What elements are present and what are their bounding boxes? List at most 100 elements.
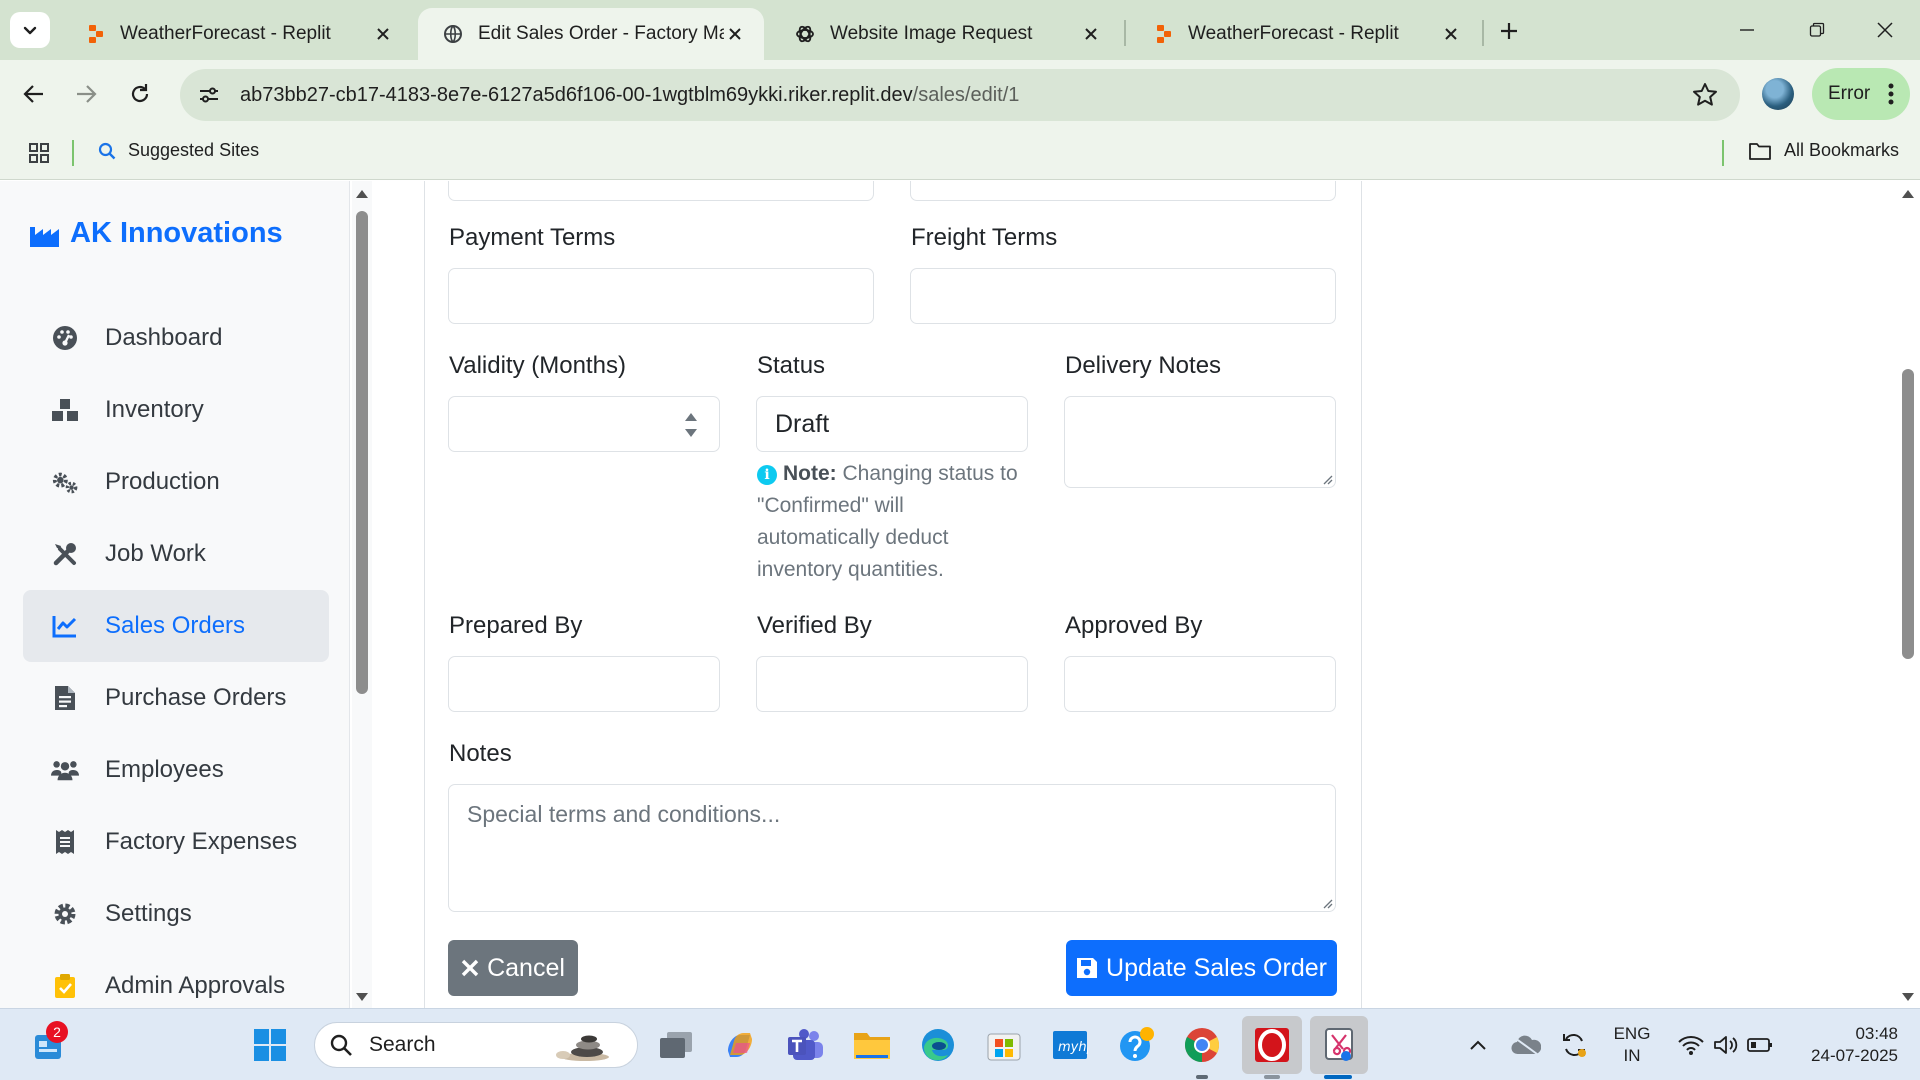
chrome-button[interactable] <box>1180 1023 1224 1067</box>
restore-window-button[interactable] <box>1800 14 1834 46</box>
sidebar-item-purchase-orders[interactable]: Purchase Orders <box>23 662 329 734</box>
language-indicator[interactable]: ENG IN <box>1604 1023 1660 1067</box>
sidebar-item-employees[interactable]: Employees <box>23 734 329 806</box>
gauge-icon <box>51 324 79 352</box>
approved-by-input[interactable] <box>1064 656 1336 712</box>
task-view-button[interactable] <box>654 1023 698 1067</box>
chart-line-icon <box>51 612 79 640</box>
sidebar-item-label: Purchase Orders <box>105 684 287 711</box>
bookmark-suggested-sites[interactable]: Suggested Sites <box>98 140 259 161</box>
folder-icon <box>1749 142 1771 160</box>
status-select[interactable]: Draft <box>756 396 1028 452</box>
update-sales-order-button[interactable]: Update Sales Order <box>1066 940 1337 996</box>
cancel-button[interactable]: Cancel <box>448 940 578 996</box>
arrow-left-icon <box>23 85 43 103</box>
snipping-tool-button[interactable] <box>1310 1016 1368 1074</box>
arrow-right-icon <box>77 85 97 103</box>
file-invoice-icon <box>51 684 79 712</box>
sidebar-item-job-work[interactable]: Job Work <box>23 518 329 590</box>
browser-tab-weatherforecast-1[interactable]: WeatherForecast - Replit <box>60 8 412 60</box>
sidebar-item-label: Job Work <box>105 540 206 567</box>
notification-badge: 2 <box>46 1021 68 1043</box>
scroll-up-arrow-icon[interactable] <box>1901 189 1915 199</box>
bookmark-star-icon[interactable] <box>1692 82 1718 108</box>
tab-search-button[interactable] <box>10 12 50 48</box>
page-scrollbar-thumb[interactable] <box>1902 369 1914 659</box>
chevron-down-icon <box>23 26 37 35</box>
sidebar-item-label: Admin Approvals <box>105 972 286 999</box>
sales-order-form-card: Payment Terms Freight Terms Validity (Mo… <box>424 181 1362 1008</box>
sidebar-item-label: Inventory <box>105 396 204 423</box>
previous-field-input[interactable] <box>910 181 1336 201</box>
file-explorer-button[interactable] <box>850 1023 894 1067</box>
minimize-window-button[interactable] <box>1730 14 1764 46</box>
chatgpt-favicon-icon <box>794 23 816 45</box>
edge-button[interactable] <box>916 1023 960 1067</box>
freight-terms-input[interactable] <box>910 268 1336 324</box>
replit-favicon-icon <box>84 23 106 45</box>
taskbar-search-box[interactable]: Search <box>314 1022 638 1068</box>
scroll-up-arrow-icon[interactable] <box>355 189 369 199</box>
onedrive-tray-button[interactable] <box>1504 1023 1548 1067</box>
microsoft-store-button[interactable] <box>982 1023 1026 1067</box>
apps-grid-icon[interactable] <box>28 142 50 164</box>
start-button[interactable] <box>248 1023 292 1067</box>
close-tab-icon[interactable] <box>1440 23 1462 45</box>
payment-terms-input[interactable] <box>448 268 874 324</box>
sidebar-item-label: Dashboard <box>105 324 223 351</box>
sync-tray-button[interactable] <box>1552 1023 1596 1067</box>
show-hidden-icons-button[interactable] <box>1456 1023 1500 1067</box>
sidebar-item-factory-expenses[interactable]: Factory Expenses <box>23 806 329 878</box>
search-icon <box>330 1034 352 1056</box>
all-bookmarks-button[interactable]: All Bookmarks <box>1748 140 1899 161</box>
tab-title: WeatherForecast - Replit <box>120 23 331 44</box>
quick-settings-button[interactable] <box>1670 1023 1780 1067</box>
url-text: ab73bb27-cb17-4183-8e7e-6127a5d6f106-00-… <box>240 84 1019 107</box>
new-tab-button[interactable] <box>1494 16 1524 46</box>
reload-button[interactable] <box>120 74 160 114</box>
sidebar-item-admin-approvals[interactable]: Admin Approvals <box>23 950 329 1008</box>
profile-error-chip[interactable]: Error <box>1812 68 1910 120</box>
site-info-button[interactable] <box>186 72 232 118</box>
browser-tab-weatherforecast-2[interactable]: WeatherForecast - Replit <box>1128 8 1480 60</box>
forward-button[interactable] <box>66 74 106 114</box>
sidebar-item-inventory[interactable]: Inventory <box>23 374 329 446</box>
sidebar-item-production[interactable]: Production <box>23 446 329 518</box>
close-tab-icon[interactable] <box>372 23 394 45</box>
notes-textarea[interactable]: Special terms and conditions... <box>448 784 1336 912</box>
taskbar-clock[interactable]: 03:48 24-07-2025 <box>1794 1023 1898 1067</box>
close-tab-icon[interactable] <box>1080 23 1102 45</box>
opera-button[interactable] <box>1242 1016 1302 1074</box>
delivery-notes-textarea[interactable] <box>1064 396 1336 488</box>
brand-logo[interactable]: AK Innovations <box>30 217 283 250</box>
address-bar[interactable]: ab73bb27-cb17-4183-8e7e-6127a5d6f106-00-… <box>180 69 1740 121</box>
copilot-button[interactable] <box>718 1023 762 1067</box>
sidebar-item-sales-orders[interactable]: Sales Orders <box>23 590 329 662</box>
scroll-down-arrow-icon[interactable] <box>355 992 369 1002</box>
prepared-by-input[interactable] <box>448 656 720 712</box>
validity-months-input[interactable] <box>448 396 720 452</box>
status-label: Status <box>757 352 826 379</box>
profile-avatar[interactable] <box>1762 78 1794 110</box>
approved-by-label: Approved By <box>1065 612 1203 639</box>
close-tab-icon[interactable] <box>724 23 746 45</box>
browser-tab-website-image-request[interactable]: Website Image Request <box>770 8 1120 60</box>
resize-grip-icon[interactable] <box>1321 897 1333 909</box>
tab-title: WeatherForecast - Replit <box>1188 23 1399 44</box>
sidebar-item-settings[interactable]: Settings <box>23 878 329 950</box>
get-help-button[interactable] <box>1114 1023 1158 1067</box>
scroll-down-arrow-icon[interactable] <box>1901 992 1915 1002</box>
clock-date: 24-07-2025 <box>1811 1046 1898 1065</box>
myhp-button[interactable]: myhp <box>1048 1023 1092 1067</box>
browser-tab-edit-sales-order[interactable]: Edit Sales Order - Factory Mana <box>418 8 764 60</box>
number-spinner-icon[interactable] <box>683 410 699 440</box>
back-button[interactable] <box>14 74 54 114</box>
myhp-icon: myhp <box>1053 1031 1088 1059</box>
close-window-button[interactable] <box>1868 14 1902 46</box>
verified-by-input[interactable] <box>756 656 1028 712</box>
resize-grip-icon[interactable] <box>1321 473 1333 485</box>
previous-field-input[interactable] <box>448 181 874 201</box>
sidebar-scrollbar-thumb[interactable] <box>356 211 368 694</box>
teams-button[interactable] <box>784 1023 828 1067</box>
sidebar-item-dashboard[interactable]: Dashboard <box>23 302 329 374</box>
